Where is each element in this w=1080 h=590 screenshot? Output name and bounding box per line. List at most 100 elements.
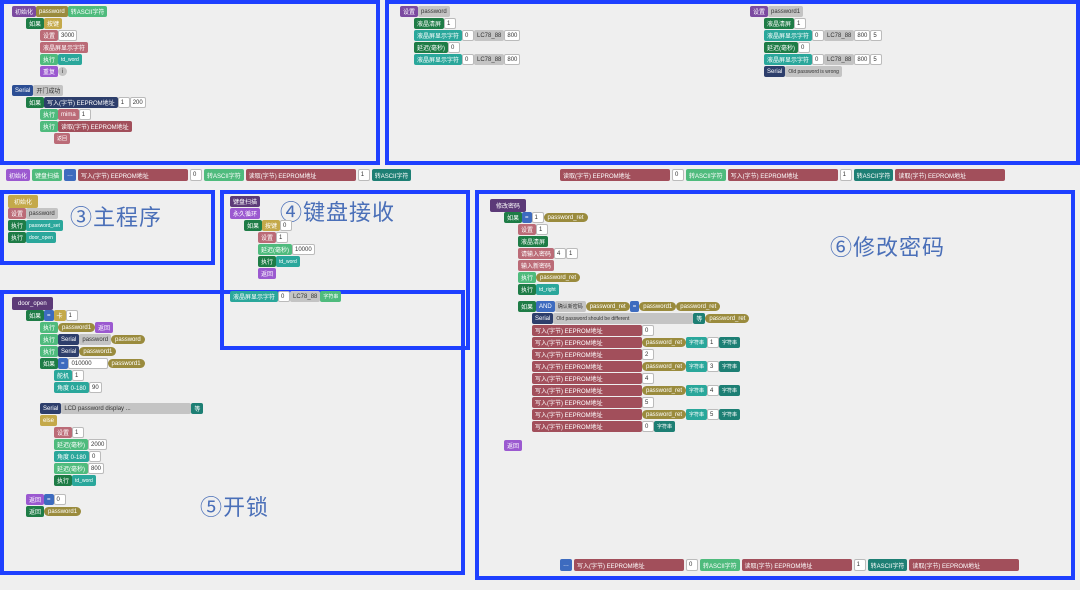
var[interactable]: password1 [44,507,81,516]
opt[interactable]: 字符串 [686,361,707,372]
num-field[interactable]: 0 [462,54,474,65]
strip-block[interactable]: … [560,559,572,571]
ret-block[interactable]: 返回 [95,322,113,333]
num-field[interactable]: 0 [686,559,698,571]
var[interactable]: password_ret [544,213,588,222]
block[interactable]: 延迟(毫秒) [764,42,798,53]
call-block[interactable]: 执行 [40,322,58,333]
var[interactable]: password1 [639,302,676,311]
num-field[interactable]: 0 [448,42,460,53]
delay-block[interactable]: 延迟(毫秒) [258,244,292,255]
eeprom-block[interactable]: 写入(字节) EEPROM地址 [532,385,642,396]
eeprom-block[interactable]: 写入(字节) EEPROM地址 [532,337,642,348]
set-block[interactable]: 设置 [54,427,72,438]
if-block[interactable]: 如果 [40,358,58,369]
num-field[interactable]: 1 [707,337,719,348]
num-field[interactable]: 0 [462,30,474,41]
var-block[interactable]: mima [58,109,79,120]
opt[interactable]: 字符串 [719,409,740,420]
num-field[interactable]: 800 [504,54,520,65]
ret-block[interactable]: 返回 [504,440,522,451]
call-block[interactable]: 执行 [518,284,536,295]
text-field[interactable]: Old password should be different [553,313,693,324]
num-field[interactable]: 1 [444,18,456,29]
num-field[interactable]: 1 [532,212,544,223]
lcd-block[interactable]: 液晶清屏 [518,236,548,247]
cond[interactable]: 按键 [262,220,280,231]
loop-block[interactable]: 重复 [40,66,58,77]
opt[interactable]: 字符串 [719,361,740,372]
var[interactable]: password_ret [536,273,580,282]
ret-block[interactable]: 返回 [258,268,276,279]
if-block[interactable]: 如果 [244,220,262,231]
strip-block[interactable]: … [64,169,76,181]
set-block[interactable]: 设置 [258,232,276,243]
strip-block[interactable]: 写入(字节) EEPROM地址 [78,169,188,181]
num-field[interactable]: 90 [89,382,102,393]
opt[interactable]: 字符串 [686,385,707,396]
eeprom-block[interactable]: 写入(字节) EEPROM地址 [532,421,642,432]
delay-block[interactable]: 延迟(毫秒) [54,439,88,450]
num-field[interactable]: 0 [798,42,810,53]
serial-block[interactable]: Serial [532,313,553,324]
exec-block[interactable]: 执行 [40,54,58,65]
num-field[interactable]: 0 [812,30,824,41]
text-field[interactable]: 开门成功 [33,85,63,96]
call-block[interactable]: 执行 [518,272,536,283]
var[interactable]: password_ret [676,302,720,311]
num-field[interactable]: 1 [118,97,130,108]
do-block[interactable]: 执行 [40,109,58,120]
stack-sec5[interactable]: door_open 如果=卡1 执行password1返回 执行Serialpa… [12,298,203,518]
var-name[interactable]: password [26,208,58,219]
num-field[interactable]: 200 [130,97,146,108]
var-block[interactable]: password [36,6,68,17]
var[interactable]: password [111,335,145,344]
num-field[interactable]: 1 [79,109,91,120]
lcd-block[interactable]: 液晶屏显示字符 [414,54,462,65]
serial-block[interactable]: Serial [58,346,79,357]
stack-top-left[interactable]: 初始化password转ASCII字符 如果按键 设置3000 液晶屏显示字符 … [12,6,146,145]
label[interactable]: password1 [768,6,803,17]
call-block[interactable]: td_word [58,54,82,65]
strip-3[interactable]: … 写入(字节) EEPROM地址 0 转ASCII字符 读取(字节) EEPR… [560,558,1080,572]
fn-name[interactable]: password_set [26,220,63,231]
serial-block[interactable]: Serial [12,85,33,96]
and-block[interactable]: AND [536,301,555,312]
serial-block[interactable]: Serial [764,66,785,77]
text-field[interactable]: Old password is wrong [785,66,842,77]
call-block[interactable]: 执行 [258,256,276,267]
num-field[interactable]: 1 [276,232,288,243]
block[interactable]: else [40,415,57,426]
var[interactable]: password_ret [586,302,630,311]
strip-block[interactable]: 读取(字节) EEPROM地址 [742,559,852,571]
num-field[interactable]: 1 [794,18,806,29]
num-field[interactable]: 0 [190,169,202,181]
stack-top-right-a[interactable]: 设置password 液晶清屏1 液晶屏显示字符0LC78_88800 延迟(毫… [400,6,520,66]
fn-name[interactable]: td_word [276,256,300,267]
num-field[interactable]: 2000 [88,439,107,450]
call-block[interactable]: 执行 [8,220,26,231]
do-block[interactable]: 执行 [40,121,58,132]
num-field[interactable]: 1 [72,427,84,438]
opt[interactable]: 字符串 [719,385,740,396]
call-block[interactable]: 执行 [8,232,26,243]
block-canvas[interactable]: ③主程序 ④键盘接收 ⑤开锁 ⑥修改密码 初始化password转ASCII字符… [0,0,1080,590]
strip-block[interactable]: 转ASCII字符 [204,169,244,181]
num-field[interactable]: 0 [672,169,684,181]
eeprom-block[interactable]: 写入(字节) EEPROM地址 [532,349,642,360]
text-field[interactable]: LC78_88 [824,54,854,65]
hat-main[interactable]: 初始化 [8,195,38,208]
cmp-block[interactable]: = [44,310,54,321]
strip-block[interactable]: 转ASCII字符 [868,559,908,571]
strip-block[interactable]: 转ASCII字符 [700,559,740,571]
text-field[interactable]: LC78_88 [290,291,320,302]
num-field[interactable]: 4 [642,373,654,384]
num-field[interactable]: 4 [707,385,719,396]
hat-block[interactable]: 修改密码 [490,199,526,212]
cmp-block[interactable]: = [44,494,54,505]
if-block[interactable]: 如果 [504,212,522,223]
var[interactable]: password_ret [642,362,686,371]
if-block[interactable]: 如果 [26,310,44,321]
delay-block[interactable]: 延迟(毫秒) [54,463,88,474]
text-field[interactable]: password [79,334,111,345]
